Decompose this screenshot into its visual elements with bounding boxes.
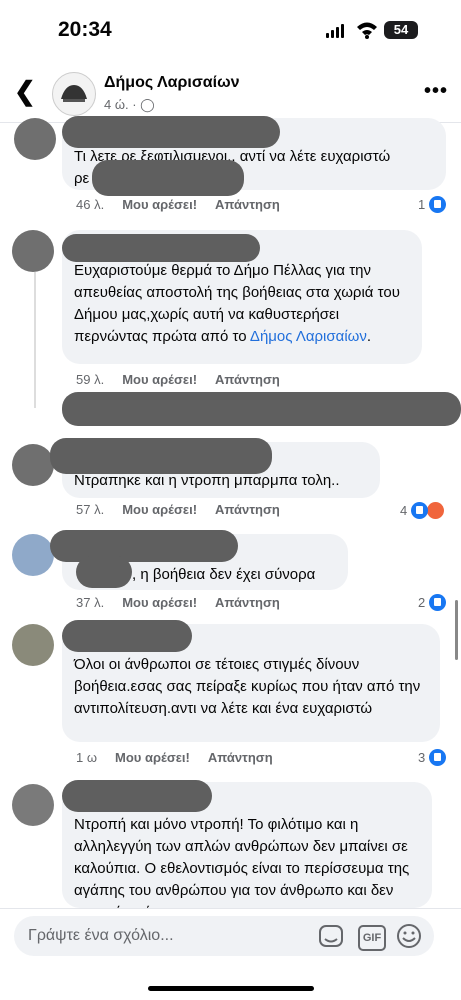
comment-actions: 57 λ. Μου αρέσει! Απάντηση [76, 502, 280, 517]
redacted-name [50, 530, 238, 562]
reaction-summary[interactable]: 1 [418, 196, 447, 213]
back-button[interactable]: ❮ [14, 78, 36, 104]
reply-button[interactable]: Απάντηση [215, 595, 280, 610]
status-time: 20:34 [58, 18, 112, 41]
comment-placeholder[interactable]: Γράψτε ένα σχόλιο... [28, 927, 174, 945]
comment-actions: 1 ω Μου αρέσει! Απάντηση [76, 750, 273, 765]
redacted-name [62, 780, 212, 812]
comment-text: Όλοι οι άνθρωποι σε τέτοιες στιγμές δίνο… [74, 656, 421, 717]
page-avatar[interactable] [52, 72, 96, 116]
thread-line [34, 272, 36, 408]
comment-actions: 59 λ. Μου αρέσει! Απάντηση [76, 372, 280, 387]
reply-button[interactable]: Απάντηση [215, 197, 280, 212]
comment-time: 59 λ. [76, 372, 105, 387]
logo-icon [61, 85, 87, 102]
reply-button[interactable]: Απάντηση [215, 372, 280, 387]
comment-actions: 46 λ. Μου αρέσει! Απάντηση [76, 197, 280, 212]
like-button[interactable]: Μου αρέσει! [115, 750, 190, 765]
comment-actions: 37 λ. Μου αρέσει! Απάντηση [76, 595, 280, 610]
avatar[interactable] [12, 624, 54, 666]
reaction-summary[interactable]: 4 [400, 501, 446, 520]
like-icon [429, 196, 447, 213]
battery-icon: 54 [384, 21, 418, 39]
comment-time: 1 ω [76, 750, 97, 765]
like-icon [429, 749, 447, 766]
comment-tail: . [366, 328, 372, 345]
reaction-count: 4 [400, 503, 408, 518]
reaction-count: 2 [418, 595, 426, 610]
page-name[interactable]: Δήμος Λαρισαίων [104, 74, 240, 92]
like-icon [411, 502, 429, 519]
globe-icon: ◯ [140, 97, 155, 112]
post-time: 4 ώ. · [104, 97, 141, 112]
avatar[interactable] [12, 230, 54, 272]
redacted-mention [76, 556, 132, 588]
like-icon [429, 594, 447, 611]
reaction-summary[interactable]: 3 [418, 749, 447, 766]
post-meta: 4 ώ. · ◯ [104, 97, 155, 113]
reaction-summary[interactable]: 2 [418, 594, 447, 611]
reply-button[interactable]: Απάντηση [208, 750, 273, 765]
redacted-name [62, 116, 280, 148]
comment-time: 37 λ. [76, 595, 105, 610]
home-indicator [148, 986, 314, 991]
composer-divider [0, 908, 461, 909]
comment-time: 57 λ. [76, 502, 105, 517]
avatar[interactable] [14, 118, 56, 160]
avatar-sticker-icon[interactable] [318, 924, 344, 948]
like-button[interactable]: Μου αρέσει! [122, 372, 197, 387]
avatar[interactable] [12, 444, 54, 486]
signal-icon [326, 24, 346, 38]
scrollbar[interactable] [455, 600, 458, 660]
angry-icon [426, 501, 446, 520]
comment-time: 46 λ. [76, 197, 105, 212]
reaction-count: 3 [418, 750, 426, 765]
avatar[interactable] [12, 784, 54, 826]
redacted-reply-preview[interactable] [62, 392, 461, 426]
page-mention[interactable]: Δήμος Λαρισαίων [250, 328, 367, 345]
gif-button[interactable]: GIF [358, 925, 386, 951]
more-options-button[interactable]: ••• [424, 80, 448, 103]
avatar[interactable] [12, 534, 54, 576]
like-button[interactable]: Μου αρέσει! [122, 502, 197, 517]
reaction-count: 1 [418, 197, 426, 212]
like-button[interactable]: Μου αρέσει! [122, 595, 197, 610]
comment-text: Ευχαριστούμε θερμά το Δήμο Πέλλας για τη… [74, 260, 410, 348]
comment-text: Ντροπή και μόνο ντροπή! Το φιλότιμο και … [74, 816, 410, 908]
like-button[interactable]: Μου αρέσει! [122, 197, 197, 212]
redacted-name [50, 438, 272, 474]
reply-button[interactable]: Απάντηση [215, 502, 280, 517]
wifi-icon [357, 22, 377, 39]
redacted-text [92, 160, 244, 196]
emoji-icon[interactable] [396, 923, 422, 949]
redacted-name [62, 234, 260, 262]
redacted-name [62, 620, 192, 652]
